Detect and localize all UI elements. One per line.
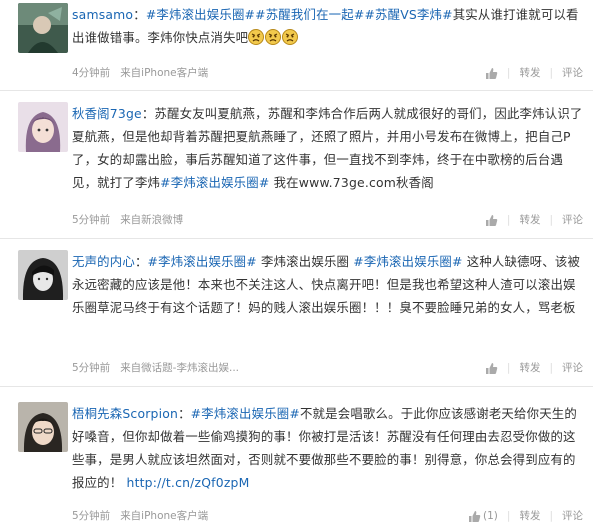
post-source[interactable]: 来自新浪微博 xyxy=(120,214,183,226)
post-time[interactable]: 5分钟前 xyxy=(72,510,110,522)
post-time[interactable]: 4分钟前 xyxy=(72,67,110,79)
repost-button[interactable]: 转发 xyxy=(519,211,540,229)
thumbs-up-icon[interactable] xyxy=(485,362,498,375)
feed-post: 梧桐先森Scorpion：#李炜滚出娱乐圈#不就是会唱歌么。于此你应该感谢老天给… xyxy=(0,386,593,528)
avatar[interactable] xyxy=(18,3,68,53)
feed-post: samsamo：#李炜滚出娱乐圈##苏醒我们在一起##苏醒VS李炜#其实从谁打谁… xyxy=(0,0,593,91)
divider: | xyxy=(506,510,511,522)
repost-button[interactable]: 转发 xyxy=(519,64,540,82)
divider: | xyxy=(506,67,511,79)
hashtag-link[interactable]: #李炜滚出娱乐圈# xyxy=(148,254,257,269)
short-url-link[interactable]: http://t.cn/zQf0zpM xyxy=(127,475,250,490)
divider: | xyxy=(549,362,553,374)
post-meta: 5分钟前 来自iPhone客户端 (1) | 转发 | 评论 xyxy=(72,507,583,525)
hashtag-link[interactable]: #李炜滚出娱乐圈# xyxy=(146,7,255,22)
post-actions: (1) | 转发 | 评论 xyxy=(468,507,583,525)
hashtag-link[interactable]: #李炜滚出娱乐圈# xyxy=(191,406,300,421)
repost-button[interactable]: 转发 xyxy=(519,507,540,525)
post-username[interactable]: 梧桐先森Scorpion xyxy=(72,406,178,421)
feed-post: 秋香阁73ge：苏醒女友叫夏航燕，苏醒和李炜合作后两人就成很好的哥们，因此李炜认… xyxy=(0,90,593,239)
hashtag-link[interactable]: #苏醒我们在一起# xyxy=(255,7,364,22)
avatar[interactable] xyxy=(18,102,68,152)
post-source[interactable]: 来自iPhone客户端 xyxy=(120,67,208,79)
comment-button[interactable]: 评论 xyxy=(562,359,583,377)
post-time[interactable]: 5分钟前 xyxy=(72,362,110,374)
comment-button[interactable]: 评论 xyxy=(562,64,583,82)
post-meta: 5分钟前 来自微话题-李炜滚出娱... | 转发 | 评论 xyxy=(72,359,583,377)
weibo-feed: samsamo：#李炜滚出娱乐圈##苏醒我们在一起##苏醒VS李炜#其实从谁打谁… xyxy=(0,0,593,528)
post-text: 秋香阁73ge：苏醒女友叫夏航燕，苏醒和李炜合作后两人就成很好的哥们，因此李炜认… xyxy=(72,106,583,190)
angry-face-icon xyxy=(282,29,299,45)
thumbs-up-icon[interactable] xyxy=(485,214,498,227)
post-source[interactable]: 来自微话题-李炜滚出娱... xyxy=(120,362,239,374)
feed-post: 无声的内心：#李炜滚出娱乐圈# 李炜滚出娱乐圈 #李炜滚出娱乐圈# 这种人缺德呀… xyxy=(0,238,593,387)
post-meta: 5分钟前 来自新浪微博 | 转发 | 评论 xyxy=(72,211,583,229)
post-actions: | 转发 | 评论 xyxy=(485,211,583,229)
post-username[interactable]: samsamo xyxy=(72,7,133,22)
avatar[interactable] xyxy=(18,402,68,452)
post-username[interactable]: 无声的内心 xyxy=(72,254,135,269)
thumbs-up-icon[interactable] xyxy=(485,67,498,80)
post-actions: | 转发 | 评论 xyxy=(485,359,583,377)
post-meta: 4分钟前 来自iPhone客户端 | 转发 | 评论 xyxy=(72,64,583,82)
like-count: (1) xyxy=(483,510,498,522)
repost-button[interactable]: 转发 xyxy=(519,359,540,377)
angry-face-icon xyxy=(265,29,282,45)
thumbs-up-icon[interactable] xyxy=(468,510,481,523)
hashtag-link[interactable]: #李炜滚出娱乐圈# xyxy=(353,254,462,269)
comment-button[interactable]: 评论 xyxy=(562,507,583,525)
divider: | xyxy=(549,67,553,79)
divider: | xyxy=(549,214,553,226)
divider: | xyxy=(549,510,553,522)
post-text: 梧桐先森Scorpion：#李炜滚出娱乐圈#不就是会唱歌么。于此你应该感谢老天给… xyxy=(72,406,577,490)
comment-button[interactable]: 评论 xyxy=(562,211,583,229)
post-text: 无声的内心：#李炜滚出娱乐圈# 李炜滚出娱乐圈 #李炜滚出娱乐圈# 这种人缺德呀… xyxy=(72,254,581,315)
avatar[interactable] xyxy=(18,250,68,300)
post-actions: | 转发 | 评论 xyxy=(485,64,583,82)
divider: | xyxy=(506,214,511,226)
angry-face-icon xyxy=(248,29,265,45)
hashtag-link[interactable]: #李炜滚出娱乐圈# xyxy=(160,175,269,190)
post-source[interactable]: 来自iPhone客户端 xyxy=(120,510,208,522)
hashtag-link[interactable]: #苏醒VS李炜# xyxy=(364,7,452,22)
post-text: samsamo：#李炜滚出娱乐圈##苏醒我们在一起##苏醒VS李炜#其实从谁打谁… xyxy=(72,7,579,45)
post-time[interactable]: 5分钟前 xyxy=(72,214,110,226)
divider: | xyxy=(506,362,511,374)
post-username[interactable]: 秋香阁73ge xyxy=(72,106,142,121)
